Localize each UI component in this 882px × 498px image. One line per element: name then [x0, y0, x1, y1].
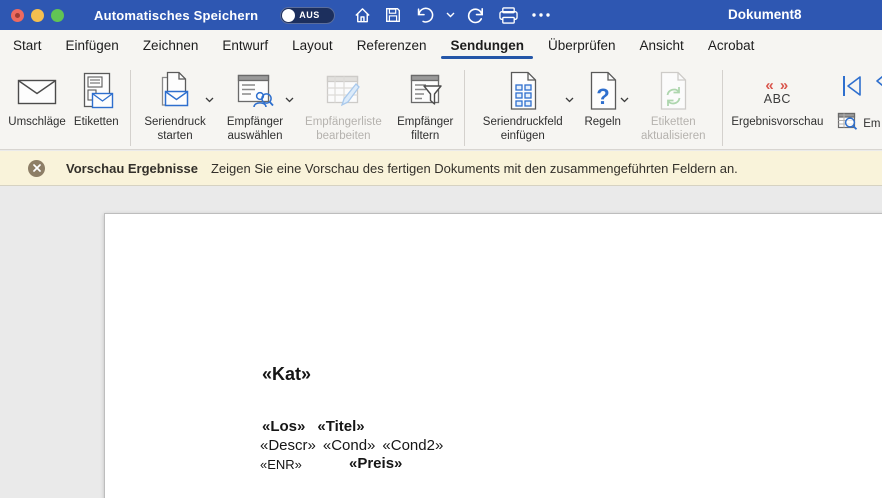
merge-field-descr[interactable]: «Descr»	[260, 437, 316, 454]
message-bar: Vorschau Ergebnisse Zeigen Sie eine Vors…	[0, 151, 882, 186]
zoom-button[interactable]	[51, 9, 64, 22]
quick-access-toolbar	[353, 6, 551, 25]
save-icon[interactable]	[384, 6, 402, 24]
merge-field-kat[interactable]: «Kat»	[262, 364, 311, 385]
start-mail-merge-button[interactable]: Seriendruck starten	[136, 68, 215, 143]
start-mail-merge-icon	[156, 70, 194, 114]
envelope-icon	[17, 70, 57, 114]
filter-recipients-icon	[406, 70, 444, 114]
ribbon-button-label: Seriendruck starten	[136, 115, 215, 143]
ribbon-button-label: Empfänger auswählen	[215, 115, 296, 143]
dropdown-chevron-icon	[285, 90, 294, 108]
more-commands-icon[interactable]	[531, 12, 551, 18]
document-title: Dokument8	[728, 7, 802, 22]
ribbon-button-label: Regeln	[584, 115, 620, 129]
undo-dropdown-chevron-icon[interactable]	[446, 12, 455, 18]
dropdown-chevron-icon	[620, 90, 629, 108]
tab-ansicht[interactable]: Ansicht	[628, 30, 696, 60]
document-canvas: «Kat» «Los»«Titel» «Descr»«Cond»«Cond2» …	[0, 186, 882, 498]
insert-merge-field-icon	[506, 70, 540, 114]
ribbon-button-label: Seriendruckfeld einfügen	[470, 115, 575, 143]
envelopes-button[interactable]: Umschläge	[6, 68, 68, 129]
tab-sendungen[interactable]: Sendungen	[438, 30, 536, 60]
ribbon-group-separator	[464, 70, 465, 146]
merge-field-los[interactable]: «Los»	[262, 418, 305, 435]
ribbon-group-separator	[130, 70, 131, 146]
ribbon-button-label: Etiketten aktualisieren	[630, 115, 717, 143]
undo-icon[interactable]	[414, 6, 434, 25]
autosave-state: AUS	[299, 10, 320, 20]
rules-button[interactable]: ? Regeln	[575, 68, 630, 129]
home-icon[interactable]	[353, 6, 372, 25]
tab-start[interactable]: Start	[1, 30, 54, 60]
select-recipients-button[interactable]: Empfänger auswählen	[215, 68, 296, 143]
ribbon-button-label: Umschläge	[8, 115, 66, 129]
merge-field-cond[interactable]: «Cond»	[323, 437, 376, 454]
autosave-label: Automatisches Speichern	[94, 8, 258, 23]
ribbon-button-label: Etiketten	[74, 115, 119, 129]
find-recipient-button[interactable]: Em	[837, 111, 882, 136]
guillemets-glyph: « »	[764, 79, 791, 93]
dropdown-chevron-icon	[565, 90, 574, 108]
labels-button[interactable]: Etiketten	[68, 68, 124, 129]
tab-zeichnen[interactable]: Zeichnen	[131, 30, 211, 60]
rules-icon: ?	[586, 70, 620, 114]
insert-merge-field-button[interactable]: Seriendruckfeld einfügen	[470, 68, 575, 143]
merge-field-titel[interactable]: «Titel»	[317, 418, 364, 435]
tab-einfuegen[interactable]: Einfügen	[54, 30, 131, 60]
merge-field-preis[interactable]: «Preis»	[349, 455, 402, 472]
preview-results-icon: « » ABC	[764, 70, 791, 114]
abc-glyph: ABC	[764, 93, 791, 106]
ribbon-tab-bar: Start Einfügen Zeichnen Entwurf Layout R…	[0, 30, 882, 60]
select-recipients-icon	[235, 70, 275, 114]
tab-layout[interactable]: Layout	[280, 30, 345, 60]
dropdown-chevron-icon	[205, 90, 214, 108]
ribbon: Umschläge Etiketten Seriendruck starten …	[0, 60, 882, 150]
toggle-knob-icon	[282, 9, 295, 22]
tab-entwurf[interactable]: Entwurf	[210, 30, 280, 60]
tab-ueberpruefen[interactable]: Überprüfen	[536, 30, 628, 60]
edit-recipient-list-button: Empfängerliste bearbeiten	[295, 68, 391, 143]
status-x-circle-icon	[28, 160, 45, 177]
redo-icon[interactable]	[467, 6, 486, 25]
traffic-lights	[11, 9, 64, 22]
previous-record-button-clipped[interactable]	[874, 70, 882, 92]
close-button[interactable]	[11, 9, 24, 22]
edit-recipient-list-icon	[323, 70, 363, 114]
document-page[interactable]: «Kat» «Los»«Titel» «Descr»«Cond»«Cond2» …	[104, 213, 882, 498]
merge-field-line: «Los» «Titel»	[262, 418, 365, 435]
autosave-toggle[interactable]: AUS	[280, 7, 335, 24]
ribbon-button-label: Ergebnisvorschau	[731, 115, 823, 129]
find-recipient-label: Em	[863, 118, 880, 130]
print-icon[interactable]	[498, 6, 519, 25]
filter-recipients-button[interactable]: Empfänger filtern	[391, 68, 459, 143]
titlebar: Automatisches Speichern AUS	[0, 0, 882, 30]
labels-icon	[78, 70, 114, 114]
tab-referenzen[interactable]: Referenzen	[345, 30, 439, 60]
tab-acrobat[interactable]: Acrobat	[696, 30, 767, 60]
word-window: Automatisches Speichern AUS	[0, 0, 882, 498]
active-tab-underline	[441, 56, 533, 60]
minimize-button[interactable]	[31, 9, 44, 22]
merge-field-cond2[interactable]: «Cond2»	[382, 437, 443, 454]
ribbon-button-label: Empfängerliste bearbeiten	[295, 115, 391, 143]
svg-text:?: ?	[596, 84, 609, 109]
message-bar-title: Vorschau Ergebnisse	[66, 161, 198, 176]
ribbon-button-label: Empfänger filtern	[391, 115, 459, 143]
update-labels-button: Etiketten aktualisieren	[630, 68, 717, 143]
merge-field-line: «Descr» «Cond» «Cond2»	[260, 437, 443, 454]
merge-field-enr[interactable]: «ENR»	[260, 457, 302, 472]
message-bar-text: Zeigen Sie eine Vorschau des fertigen Do…	[211, 161, 738, 176]
preview-results-button[interactable]: « » ABC Ergebnisvorschau	[728, 68, 828, 129]
ribbon-group-separator	[722, 70, 723, 146]
update-labels-icon	[656, 70, 690, 114]
find-recipient-icon	[837, 111, 859, 136]
